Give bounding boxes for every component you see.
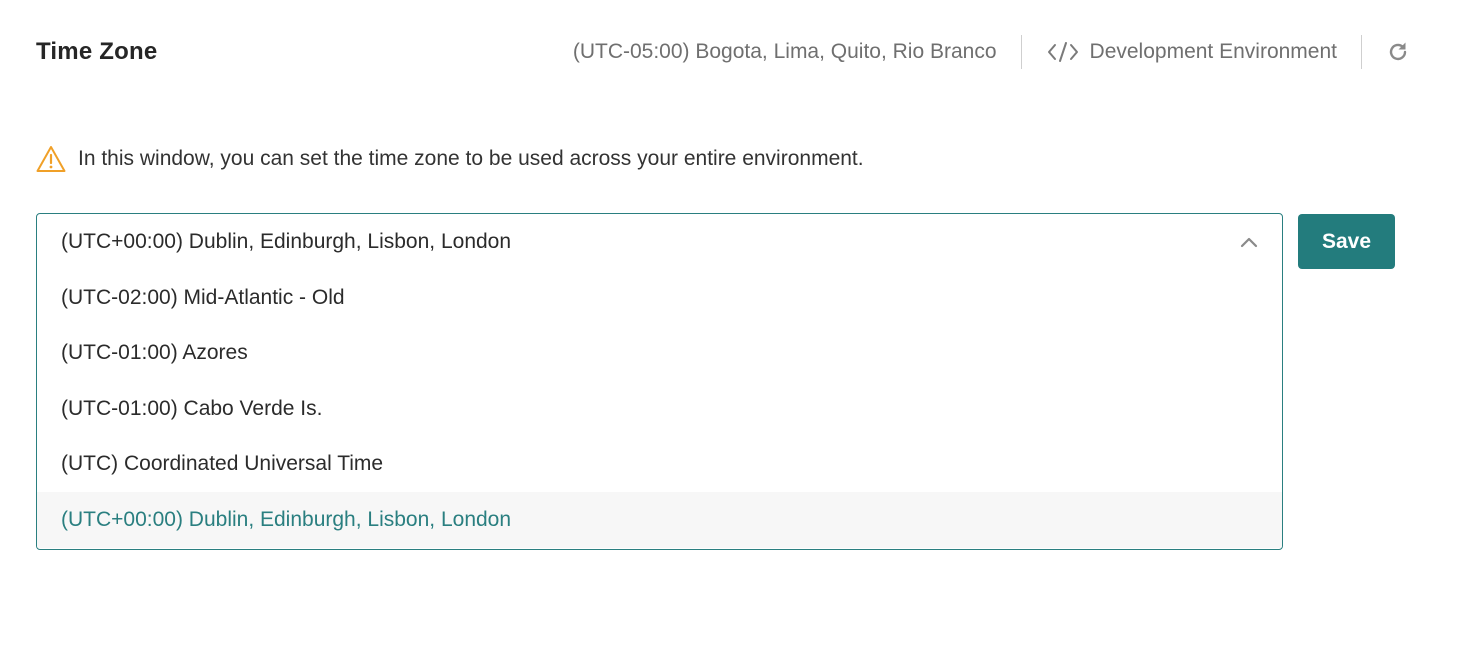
- refresh-icon[interactable]: [1386, 40, 1410, 64]
- timezone-option[interactable]: (UTC-02:00) Mid-Atlantic - Old: [37, 270, 1282, 326]
- info-message: In this window, you can set the time zon…: [36, 145, 864, 173]
- selected-timezone: (UTC+00:00) Dublin, Edinburgh, Lisbon, L…: [61, 230, 512, 253]
- timezone-option[interactable]: (UTC-01:00) Cabo Verde Is.: [37, 381, 1282, 437]
- time-zone-page: Time Zone (UTC-05:00) Bogota, Lima, Quit…: [0, 0, 1457, 646]
- timezone-select[interactable]: (UTC+00:00) Dublin, Edinburgh, Lisbon, L…: [36, 213, 1283, 550]
- environment-label: Development Environment: [1089, 40, 1337, 63]
- header-toolbar: (UTC-05:00) Bogota, Lima, Quito, Rio Bra…: [573, 34, 1410, 70]
- info-text: In this window, you can set the time zon…: [78, 147, 864, 170]
- environment-indicator: Development Environment: [1046, 40, 1337, 64]
- code-icon: [1047, 42, 1078, 62]
- chevron-up-icon[interactable]: [1240, 236, 1258, 248]
- current-timezone: (UTC-05:00) Bogota, Lima, Quito, Rio Bra…: [572, 40, 997, 63]
- save-button[interactable]: Save: [1298, 214, 1395, 269]
- timezone-options-list: (UTC-02:00) Mid-Atlantic - Old (UTC-01:0…: [37, 270, 1282, 548]
- timezone-option-selected[interactable]: (UTC+00:00) Dublin, Edinburgh, Lisbon, L…: [37, 492, 1282, 548]
- page-title: Time Zone: [36, 38, 158, 65]
- warning-icon: [36, 146, 66, 172]
- timezone-option[interactable]: (UTC) Coordinated Universal Time: [37, 437, 1282, 493]
- header-divider: [1020, 35, 1022, 69]
- timezone-option[interactable]: (UTC-01:00) Azores: [37, 326, 1282, 382]
- header-divider: [1361, 35, 1362, 69]
- timezone-select-trigger[interactable]: (UTC+00:00) Dublin, Edinburgh, Lisbon, L…: [37, 214, 1282, 270]
